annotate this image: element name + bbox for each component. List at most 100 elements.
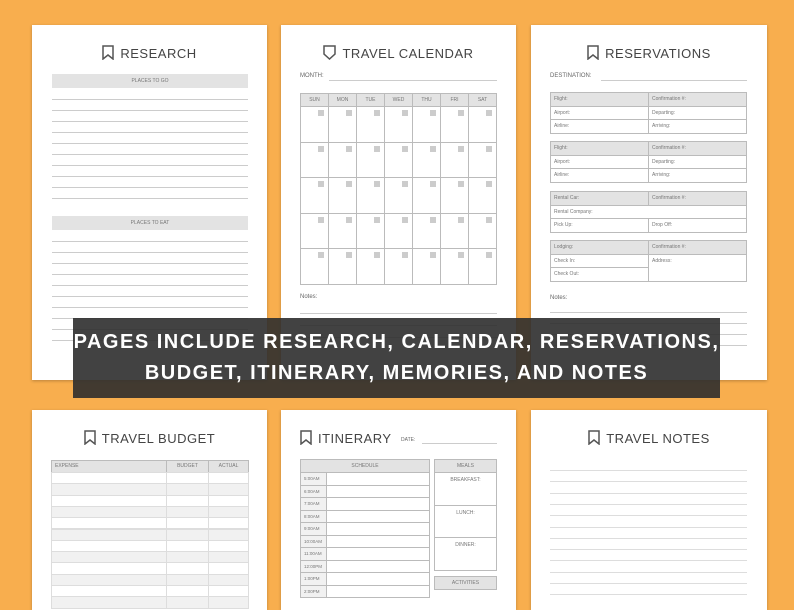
reservations-title: RESERVATIONS (531, 45, 767, 61)
write-line (550, 583, 747, 584)
write-line (550, 560, 747, 562)
calendar-day-cell (328, 248, 357, 285)
date-box (402, 252, 408, 258)
calendar-day-cell (384, 177, 413, 214)
day-header: SAT (468, 93, 497, 107)
date-box (346, 252, 352, 258)
calendar-day-cell (300, 177, 329, 214)
calendar-day-cell (440, 212, 469, 249)
date-box (346, 216, 352, 223)
reservation-field: Confirmation #: (648, 92, 747, 107)
write-line (550, 526, 747, 528)
write-line (550, 537, 747, 539)
day-header: TUE (356, 93, 385, 107)
calendar-day-cell (328, 141, 357, 178)
reservation-field: Rental Car: (550, 191, 649, 206)
budget-page: TRAVEL BUDGET EXPENSE BUDGET ACTUAL (32, 410, 267, 610)
calendar-day-cell (356, 106, 385, 143)
write-line (52, 285, 248, 286)
calendar-day-cell (384, 106, 413, 143)
write-line (550, 503, 747, 505)
write-line (52, 154, 248, 155)
budget-cell (166, 596, 209, 609)
itinerary-page: ITINERARY DATE: SCHEDULE 5:00AM 6:00AM 7:00… (281, 410, 516, 610)
budget-cell (51, 596, 167, 609)
date-box (374, 181, 380, 187)
date-box (374, 216, 380, 223)
date-box (458, 110, 464, 116)
reservation-field: Confirmation #: (648, 191, 747, 206)
calendar-day-cell (384, 212, 413, 249)
write-line (550, 312, 747, 313)
shield-icon (323, 45, 337, 61)
calendar-day-cell (384, 248, 413, 285)
bookmark-icon (587, 45, 599, 61)
date-box (430, 252, 436, 258)
date-box (318, 110, 324, 116)
date-box (346, 181, 352, 187)
places-to-go-header: PLACES TO GO (52, 74, 248, 88)
reservation-field: Address: (648, 253, 747, 282)
month-line (329, 80, 497, 81)
day-header: FRI (440, 93, 469, 107)
write-line (52, 198, 248, 199)
date-box (430, 145, 436, 152)
write-line (52, 143, 248, 144)
date-box (486, 252, 492, 258)
reservation-field: Airline: (550, 168, 649, 183)
meal-box: DINNER: (434, 537, 497, 571)
date-box (486, 181, 492, 187)
date-box (318, 181, 324, 187)
schedule-entry (326, 509, 430, 523)
reservations-title-text: RESERVATIONS (605, 46, 711, 61)
reservation-field: Airport: (550, 105, 649, 120)
date-label: DATE: (401, 437, 416, 443)
promo-banner: PAGES INCLUDE RESEARCH, CALENDAR, RESERV… (73, 318, 720, 398)
calendar-day-cell (328, 177, 357, 214)
meals-header: MEALS (434, 459, 497, 473)
date-box (458, 181, 464, 187)
date-line (422, 443, 497, 444)
write-line (52, 121, 248, 122)
calendar-day-cell (468, 177, 497, 214)
calendar-day-cell (412, 212, 441, 249)
date-box (374, 252, 380, 258)
date-box (486, 145, 492, 152)
reservation-field: Check In: (550, 253, 649, 268)
date-box (402, 145, 408, 152)
calendar-day-cell (356, 141, 385, 178)
notes-title: TRAVEL NOTES (531, 430, 767, 446)
date-box (374, 145, 380, 152)
schedule-entry (326, 547, 430, 561)
calendar-day-cell (468, 141, 497, 178)
activities-header: ACTIVITIES (434, 576, 497, 590)
calendar-day-cell (468, 212, 497, 249)
reservation-field: Flight: (550, 141, 649, 156)
write-line (52, 252, 248, 253)
calendar-day-cell (328, 212, 357, 249)
write-line (52, 274, 248, 275)
calendar-day-cell (384, 141, 413, 178)
notes-page: TRAVEL NOTES (531, 410, 767, 610)
date-box (458, 252, 464, 258)
reservation-field: Departing: (648, 105, 747, 120)
schedule-entry (326, 559, 430, 573)
write-line (300, 313, 497, 314)
schedule-entry (326, 534, 430, 548)
write-line (52, 187, 248, 188)
date-box (402, 216, 408, 223)
budget-title-text: TRAVEL BUDGET (101, 431, 216, 446)
calendar-day-cell (328, 106, 357, 143)
itinerary-title: ITINERARY (300, 430, 392, 446)
reservation-field: Drop Off: (648, 218, 747, 233)
time-slot: 8:00AM (300, 509, 327, 523)
calendar-day-cell (412, 106, 441, 143)
write-line (52, 263, 248, 264)
calendar-notes-label: Notes: (300, 294, 318, 300)
calendar-day-cell (412, 177, 441, 214)
banner-line-1: PAGES INCLUDE RESEARCH, CALENDAR, RESERV… (73, 331, 720, 353)
date-box (346, 110, 352, 116)
calendar-day-cell (468, 248, 497, 285)
date-box (430, 216, 436, 223)
calendar-day-cell (300, 212, 329, 249)
